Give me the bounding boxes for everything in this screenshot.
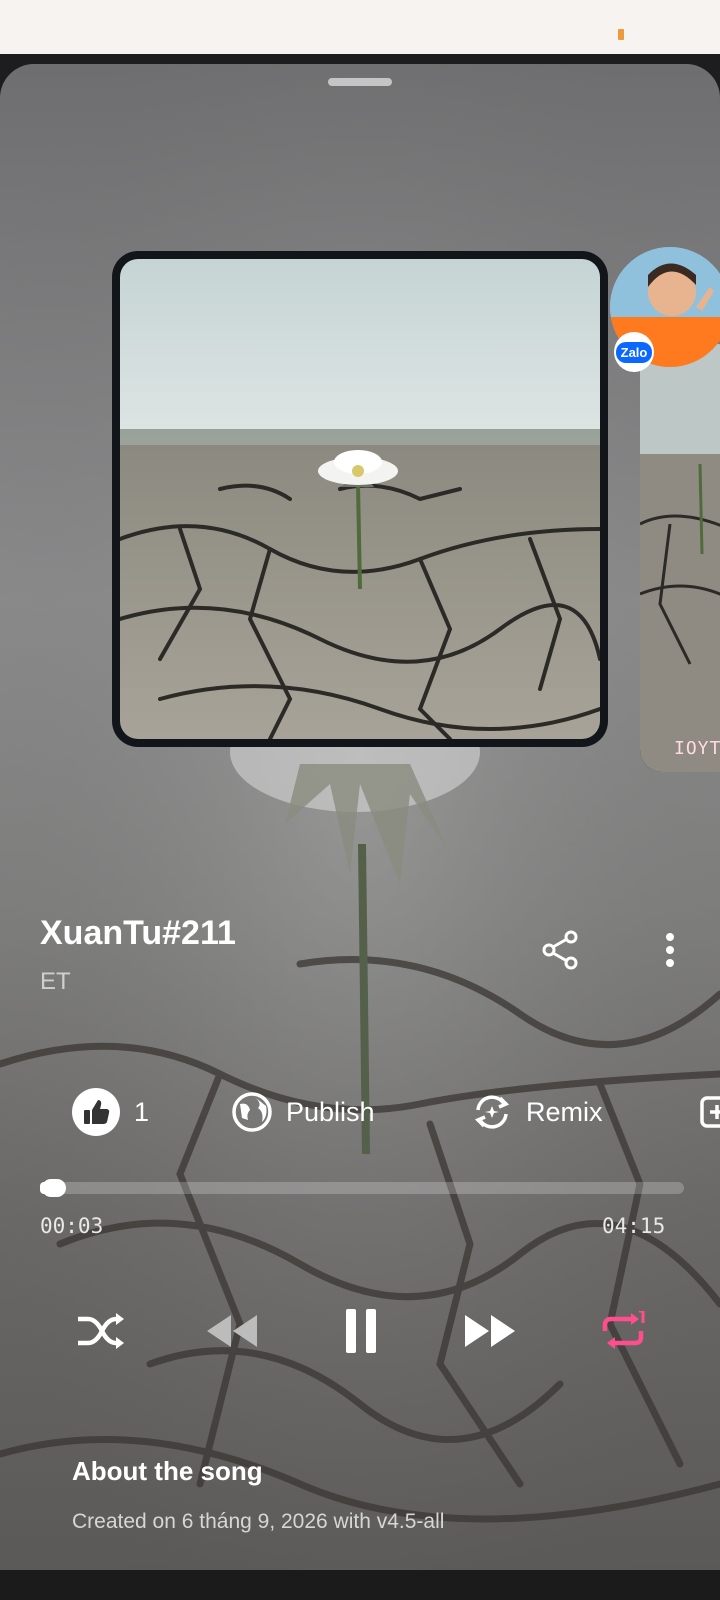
remix-label: Remix: [526, 1096, 603, 1127]
add-to-playlist-button[interactable]: [700, 1072, 720, 1152]
remix-icon: [474, 1095, 510, 1129]
cover-artwork: [120, 259, 600, 739]
repeat-one-icon: [602, 1311, 645, 1349]
share-button[interactable]: [524, 914, 596, 986]
status-bar: [0, 0, 720, 54]
next-cover-caption: IOYT: [674, 738, 720, 759]
publish-label: Publish: [286, 1096, 375, 1127]
zalo-badge: Zalo: [614, 332, 654, 372]
more-options-button[interactable]: [640, 914, 700, 986]
elapsed-time: 00:03: [40, 1214, 104, 1238]
sheet-drag-handle[interactable]: [328, 78, 392, 86]
publish-button[interactable]: Publish: [232, 1072, 375, 1152]
previous-icon: [207, 1315, 257, 1347]
more-icon: [666, 933, 674, 967]
previous-button[interactable]: [196, 1286, 266, 1376]
like-icon: [72, 1088, 120, 1136]
song-action-row: 1 Publish Remix: [0, 1072, 720, 1152]
progress-slider[interactable]: [40, 1179, 684, 1197]
next-icon: [465, 1315, 515, 1347]
battery-indicator: [618, 29, 624, 40]
player-sheet: IOYT Zalo XuanTu#211 ET 1 Publish Remix …: [0, 64, 720, 1600]
like-button[interactable]: 1: [72, 1072, 149, 1152]
next-button[interactable]: [456, 1286, 526, 1376]
like-count: 1: [134, 1096, 150, 1127]
total-duration: 04:15: [602, 1214, 666, 1238]
share-icon: [542, 930, 578, 970]
add-to-playlist-icon: [700, 1096, 720, 1128]
pause-button[interactable]: [326, 1286, 396, 1376]
zalo-badge-label: Zalo: [615, 341, 653, 363]
system-navigation-bar: [0, 1570, 720, 1600]
song-title: XuanTu#211: [40, 914, 236, 952]
about-created-text: Created on 6 tháng 9, 2026 with v4.5-all: [72, 1510, 445, 1533]
about-heading: About the song: [72, 1456, 263, 1486]
album-cover: [112, 251, 608, 747]
next-song-cover[interactable]: IOYT: [640, 344, 720, 772]
song-artist[interactable]: ET: [40, 968, 71, 996]
next-cover-artwork: [640, 344, 720, 772]
shuffle-icon: [78, 1313, 124, 1349]
playback-controls: [0, 1286, 720, 1376]
remix-button[interactable]: Remix: [472, 1072, 603, 1152]
globe-icon: [232, 1092, 272, 1132]
repeat-button[interactable]: [588, 1286, 658, 1376]
shuffle-button[interactable]: [66, 1286, 136, 1376]
progress-knob[interactable]: [42, 1179, 66, 1197]
pause-icon: [346, 1309, 376, 1353]
